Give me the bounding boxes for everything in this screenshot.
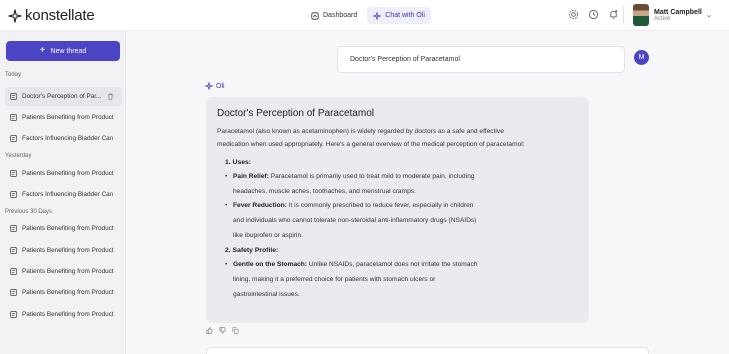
new-thread-label: New thread <box>50 47 87 55</box>
thumbs-up-icon[interactable] <box>206 327 213 334</box>
copy-icon[interactable] <box>232 327 239 334</box>
answer-bullet-fever: Fever Reduction: It is commonly prescrib… <box>225 199 579 213</box>
assistant-name: Oli <box>216 82 225 90</box>
user-info: Matt Campbell Active <box>654 9 702 22</box>
fever-reduction-label: Fever Reduction: <box>233 202 287 209</box>
thumbs-down-icon[interactable] <box>219 327 226 334</box>
tab-chat-label: Chat with Oli <box>385 12 425 19</box>
thread-title: Doctor's Perception of Par... <box>22 93 102 100</box>
new-thread-button[interactable]: + New thread <box>6 41 120 61</box>
pain-relief-label: Pain Relief: <box>233 173 269 180</box>
answer-title: Doctor's Perception of Paracetamol <box>217 108 374 119</box>
chat-icon <box>10 135 17 142</box>
fever-text-cont-1: and individuals who cannot tolerate non-… <box>233 217 477 224</box>
thread-item[interactable]: Patients Benefiting from Product <box>5 219 122 238</box>
settings-icon[interactable] <box>568 9 579 20</box>
chat-icon <box>10 247 17 254</box>
dashboard-icon <box>311 11 319 20</box>
plus-icon: + <box>39 45 46 56</box>
thread-item[interactable]: Patients Benefiting from Product <box>5 262 122 281</box>
chat-icon <box>10 93 17 100</box>
fever-reduction-text: It is commonly prescribed to reduce feve… <box>286 202 474 209</box>
thread-item[interactable]: Patients Benefiting from Product <box>5 108 122 127</box>
chat-icon <box>10 268 17 275</box>
chevron-down-icon[interactable] <box>706 13 712 19</box>
answer-bullet-pain: Pain Relief: Paracetamol is primarily us… <box>225 170 579 184</box>
brand-logo[interactable]: konstellate <box>8 7 95 24</box>
sparkle-icon <box>205 82 213 90</box>
answer-actions <box>206 327 239 334</box>
user-avatar-photo <box>633 4 649 26</box>
thread-item[interactable]: Doctor's Perception of Par... <box>5 87 122 106</box>
nav-tabs: Dashboard Chat with Oli <box>305 7 431 24</box>
thread-title: Patients Benefiting from Product <box>22 247 114 254</box>
pain-relief-text-cont: headaches, muscle aches, toothaches, and… <box>233 188 416 195</box>
stomach-text-cont-1: lining, making it a preferred choice for… <box>233 276 436 283</box>
chat-icon <box>10 191 17 198</box>
konstellate-logo-icon <box>8 8 22 23</box>
message-input[interactable] <box>206 347 649 354</box>
section-label-yesterday: Yesterday <box>5 153 32 159</box>
answer-intro-line-2: medication when used appropriately. Here… <box>217 141 525 148</box>
assistant-label: Oli <box>205 82 225 90</box>
chat-icon <box>10 114 17 121</box>
trash-icon[interactable] <box>107 93 114 100</box>
sparkle-icon <box>373 11 382 20</box>
chat-icon <box>10 170 17 177</box>
chat-icon <box>10 311 17 318</box>
thread-title: Factors Influencing Bladder Can <box>22 191 114 198</box>
answer-heading-safety: 2. Safety Profile: <box>225 247 279 254</box>
thread-title: Patients Benefiting from Product <box>22 170 114 177</box>
pain-relief-text: Paracetamol is primarily used to treat m… <box>268 173 475 180</box>
top-bar: konstellate Dashboard Chat with Oli Matt… <box>0 0 729 31</box>
brand-name: konstellate <box>25 7 95 24</box>
answer-heading-uses: 1. Uses: <box>225 159 252 166</box>
stomach-text: Unlike NSAIDs, paracetamol does not irri… <box>307 261 478 268</box>
chat-icon <box>10 289 17 296</box>
answer-intro-line-1: Paracetamol (also known as acetaminophen… <box>217 128 504 135</box>
stomach-label: Gentle on the Stomach: <box>233 261 308 268</box>
notification-bell-icon[interactable] <box>608 9 619 20</box>
answer-bullet-stomach: Gentle on the Stomach: Unlike NSAIDs, pa… <box>225 258 579 272</box>
fever-text-cont-2: like ibuprofen or aspirin. <box>233 232 304 239</box>
thread-item[interactable]: Patients Benefiting from Product <box>5 241 122 260</box>
thread-title: Patients Benefiting from Product <box>22 311 114 318</box>
answer-intro: Paracetamol (also known as acetaminophen… <box>217 125 579 151</box>
stomach-text-cont-2: gastrointestinal issues. <box>233 291 300 298</box>
thread-item[interactable]: Factors Influencing Bladder Can <box>5 129 122 148</box>
header-icons <box>568 9 619 20</box>
thread-title: Factors Influencing Bladder Can <box>22 135 114 142</box>
sidebar: + New thread Today Doctor's Perception o… <box>0 31 126 354</box>
thread-item[interactable]: Patients Benefiting from Product <box>5 305 122 324</box>
thread-item[interactable]: Patients Benefiting from Product <box>5 164 122 183</box>
tab-chat-with-oli[interactable]: Chat with Oli <box>367 7 431 24</box>
header-divider <box>623 6 624 24</box>
section-label-today: Today <box>5 72 22 78</box>
history-icon[interactable] <box>588 9 599 20</box>
user-message-bubble: Doctor's Perception of Paracetamol <box>337 46 625 73</box>
thread-item[interactable]: Patients Benefiting from Product <box>5 283 122 302</box>
thread-title: Patients Benefiting from Product <box>22 114 114 121</box>
user-status: Active <box>654 15 671 22</box>
tab-dashboard-label: Dashboard <box>323 12 358 19</box>
thread-item[interactable]: Factors Influencing Bladder Can <box>5 185 122 204</box>
thread-title: Patients Benefiting from Product <box>22 225 114 232</box>
chat-icon <box>10 225 17 232</box>
thread-title: Patients Benefiting from Product <box>22 289 114 296</box>
thread-title: Patients Benefiting from Product <box>22 268 114 275</box>
user-menu[interactable]: Matt Campbell Active <box>633 4 702 26</box>
assistant-answer-card: Doctor's Perception of Paracetamol Parac… <box>206 97 589 323</box>
user-avatar: M <box>634 50 649 65</box>
user-name: Matt Campbell <box>654 8 702 16</box>
tab-dashboard[interactable]: Dashboard <box>305 7 363 24</box>
user-initial: M <box>638 54 645 61</box>
section-label-previous-30-days: Previous 30 Days <box>5 209 53 215</box>
user-message-text: Doctor's Perception of Paracetamol <box>350 56 460 63</box>
